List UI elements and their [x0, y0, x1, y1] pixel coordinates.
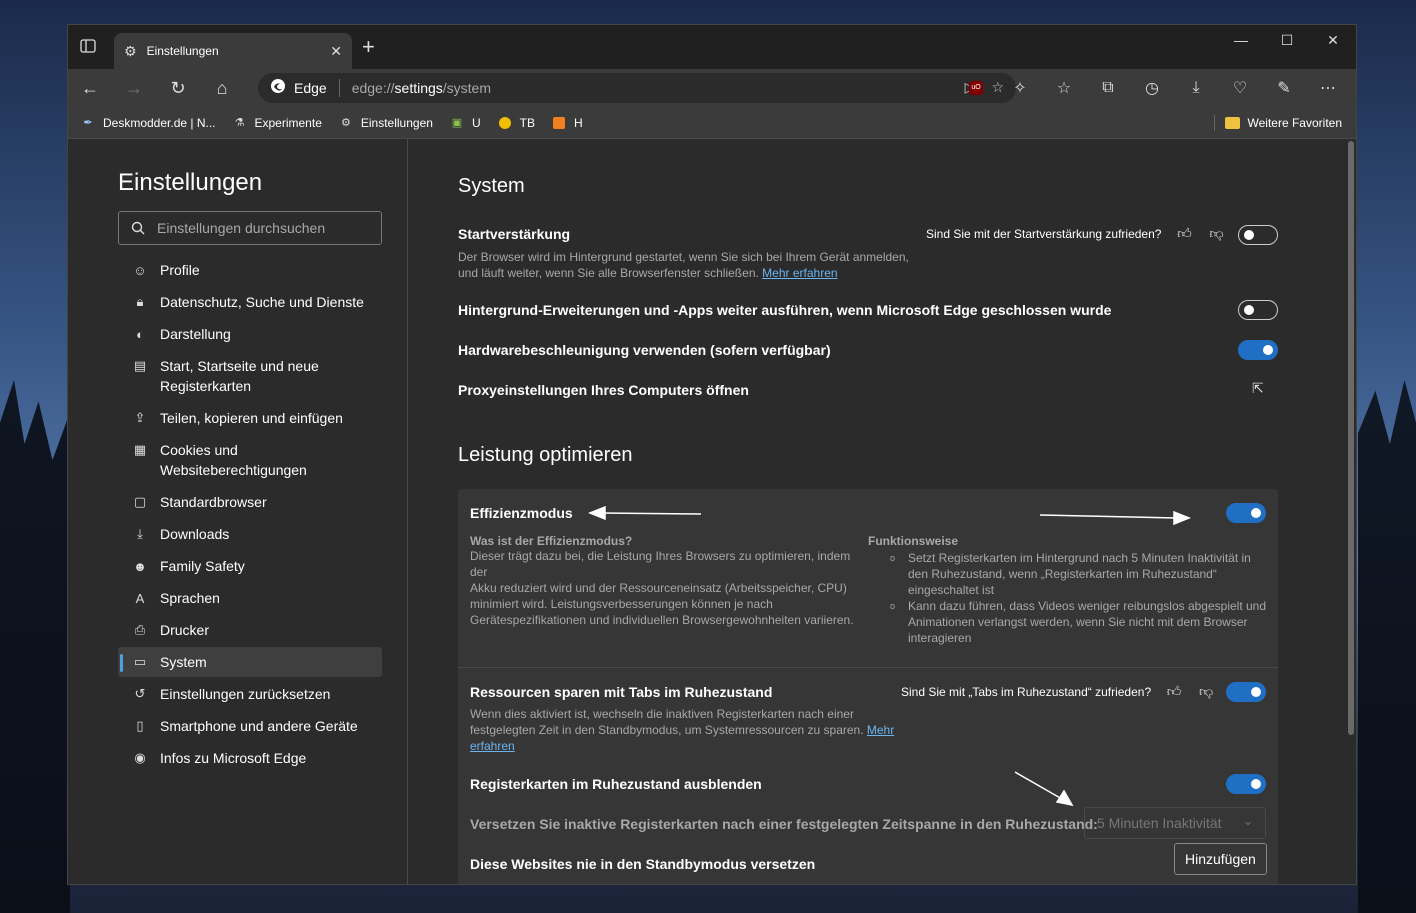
palette-icon: ◐: [136, 326, 144, 342]
favorites-icon[interactable]: ☆: [1042, 69, 1086, 107]
folder-icon: ▣: [451, 117, 463, 129]
downloads-icon[interactable]: ⤓: [1174, 69, 1218, 107]
ublock-icon[interactable]: uO: [954, 69, 998, 107]
sidebar-item-system[interactable]: ▭ System: [118, 647, 382, 677]
home-grid-icon: ▤: [133, 358, 147, 373]
tab-title: Einstellungen: [146, 44, 219, 58]
toolbar-icons: uO ✧ ☆ ⧉ ◷ ⤓ ♡ ✎ ⋯: [954, 69, 1350, 107]
refresh-icon[interactable]: ↻: [156, 69, 200, 107]
more-icon[interactable]: ⋯: [1306, 69, 1350, 107]
maximize-icon[interactable]: ☐: [1264, 25, 1310, 55]
pen-icon: ✒: [83, 117, 93, 129]
extensions-icon[interactable]: ✧: [998, 69, 1042, 107]
arrow-left-head: [587, 505, 606, 521]
cookie-icon: ▦: [133, 442, 147, 457]
browser-window: ⚙ Einstellungen ✕ + — ☐ ✕ ← → ↻ ⌂ Edge e…: [67, 24, 1357, 885]
profile-icon: ☺: [133, 262, 147, 278]
title-bar: ⚙ Einstellungen ✕ + — ☐ ✕: [68, 25, 1356, 69]
sidebar-item-printer[interactable]: ⎙ Drucker: [118, 615, 382, 645]
gear-icon: ⚙: [340, 117, 351, 129]
sidebar-item-privacy[interactable]: 🔒︎ Datenschutz, Suche und Dienste: [118, 287, 382, 317]
arrow-right-head: [1173, 510, 1192, 526]
favorite-tb[interactable]: TB: [497, 115, 535, 131]
settings-content: Einstellungen Einstellungen durchsuchen …: [68, 139, 1356, 884]
laptop-icon: ▭: [133, 654, 147, 669]
settings-main: System Startverstärkung Der Browser wird…: [408, 139, 1356, 884]
favorites-separator: [1213, 115, 1215, 131]
sidebar-item-phone[interactable]: ▯ Smartphone und andere Geräte: [118, 711, 382, 741]
sidebar-item-downloads[interactable]: ⤓ Downloads: [118, 519, 382, 549]
settings-sidebar: Einstellungen Einstellungen durchsuchen …: [68, 139, 408, 884]
toolbar: ← → ↻ ⌂ Edge edge://settings/system ▷ ☆ …: [68, 69, 1356, 107]
reset-icon: ↺: [134, 686, 146, 701]
tab-settings[interactable]: ⚙ Einstellungen ✕: [114, 33, 352, 69]
home-icon[interactable]: ⌂: [200, 69, 244, 107]
edge-icon: [270, 78, 286, 99]
url-text[interactable]: edge://settings/system: [352, 80, 491, 96]
sidebar-item-languages[interactable]: A Sprachen: [118, 583, 382, 613]
family-icon: ☻: [133, 558, 147, 574]
scrollbar[interactable]: [1348, 141, 1354, 735]
search-icon: [131, 221, 145, 235]
close-tab-icon[interactable]: ✕: [330, 43, 342, 60]
folder-icon: [1224, 117, 1240, 129]
favorites-bar: ✒ Deskmodder.de | N... ⚗ Experimente ⚙ Eins…: [68, 107, 1356, 139]
back-icon[interactable]: ←: [68, 69, 112, 107]
minimize-icon[interactable]: —: [1218, 25, 1264, 55]
flask-icon: ⚗: [234, 117, 245, 129]
sidebar-item-default-browser[interactable]: ▢ Standardbrowser: [118, 487, 382, 517]
box-icon: [551, 115, 567, 131]
phone-icon: ▯: [136, 718, 144, 733]
favorite-einstellungen[interactable]: ⚙ Einstellungen: [338, 115, 433, 131]
search-placeholder: Einstellungen durchsuchen: [157, 220, 326, 236]
sidebar-item-profile[interactable]: ☺ Profile: [118, 255, 382, 285]
sidebar-item-share[interactable]: ⇪ Teilen, kopieren und einfügen: [118, 403, 382, 433]
favorite-h[interactable]: H: [551, 115, 583, 131]
tab-actions-icon[interactable]: [80, 39, 100, 57]
arrow-down-head: [1055, 789, 1074, 807]
browser-icon: ▢: [133, 494, 147, 509]
settings-search[interactable]: Einstellungen durchsuchen: [118, 211, 382, 245]
printer-icon: ⎙: [134, 622, 146, 637]
collections-icon[interactable]: ⧉: [1086, 69, 1130, 107]
other-favorites[interactable]: Weitere Favoriten: [1213, 115, 1342, 131]
favorite-deskmodder[interactable]: ✒ Deskmodder.de | N...: [80, 115, 215, 131]
window-controls: — ☐ ✕: [1218, 25, 1356, 55]
lock-icon: 🔒︎: [136, 294, 144, 309]
sidebar-item-family[interactable]: ☻ Family Safety: [118, 551, 382, 581]
arrow-down-line: [1014, 771, 1063, 800]
sidebar-item-reset[interactable]: ↺ Einstellungen zurücksetzen: [118, 679, 382, 709]
forward-icon[interactable]: →: [112, 69, 156, 107]
address-separator: [338, 79, 340, 97]
arrow-right-line: [1039, 514, 1177, 519]
sidebar-item-start[interactable]: ▤ Start, Startseite und neue Registerkart…: [118, 351, 382, 401]
share-icon: ⇪: [134, 410, 146, 425]
language-icon: A: [135, 590, 145, 606]
close-window-icon[interactable]: ✕: [1310, 25, 1356, 55]
site-label: Edge: [294, 80, 327, 96]
desktop-wallpaper-left: [0, 380, 70, 913]
edge-icon: ◉: [134, 750, 146, 765]
new-tab-icon[interactable]: +: [362, 36, 375, 58]
favorite-experimente[interactable]: ⚗ Experimente: [232, 115, 322, 131]
theme-brush-icon[interactable]: ✎: [1262, 69, 1306, 107]
address-bar[interactable]: Edge edge://settings/system ▷ ☆: [258, 73, 1016, 103]
favorite-u[interactable]: ▣ U: [449, 115, 481, 131]
coin-icon: [497, 115, 513, 131]
sidebar-item-cookies[interactable]: ▦ Cookies und Websiteberechtigungen: [118, 435, 382, 485]
annotation-arrows: [587, 505, 1192, 807]
arrow-left-line: [602, 512, 702, 515]
sidebar-item-about[interactable]: ◉ Infos zu Microsoft Edge: [118, 743, 382, 773]
browser-essentials-icon[interactable]: ♡: [1218, 69, 1262, 107]
desktop-wallpaper-right: [1358, 380, 1416, 913]
sidebar-item-appearance[interactable]: ◐ Darstellung: [118, 319, 382, 349]
history-icon[interactable]: ◷: [1130, 69, 1174, 107]
gear-icon: ⚙: [124, 42, 137, 59]
sidebar-title: Einstellungen: [118, 169, 263, 196]
download-icon: ⤓: [137, 526, 143, 541]
